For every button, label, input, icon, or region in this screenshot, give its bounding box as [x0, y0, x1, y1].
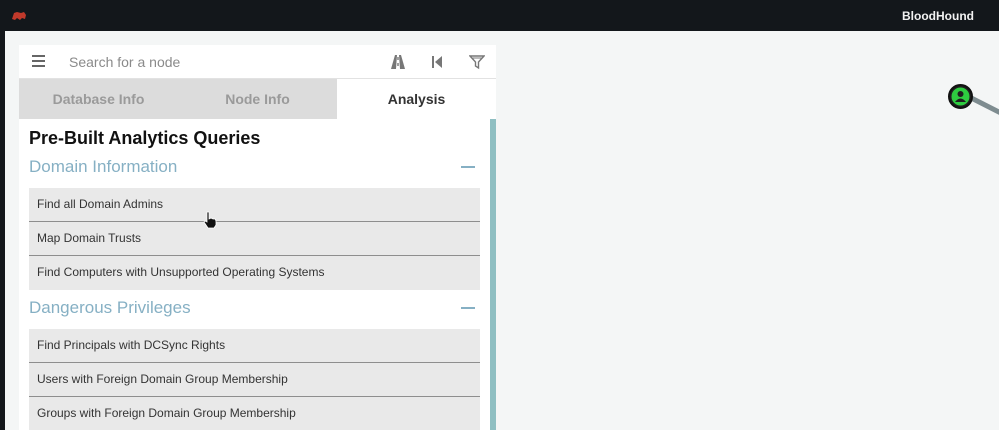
- page-title: Pre-Built Analytics Queries: [29, 128, 261, 148]
- collapse-icon[interactable]: [461, 166, 475, 168]
- app-title: BloodHound: [902, 9, 974, 23]
- analysis-content: Pre-Built Analytics Queries Domain Infor…: [19, 119, 496, 430]
- pathfinding-road-icon[interactable]: [390, 54, 406, 70]
- search-bar: [19, 45, 496, 79]
- query-item[interactable]: Map Domain Trusts: [29, 222, 480, 256]
- query-item[interactable]: Find Computers with Unsupported Operatin…: [29, 256, 480, 290]
- tab-bar: Database Info Node Info Analysis: [19, 79, 496, 119]
- user-node[interactable]: [948, 84, 973, 109]
- filter-icon[interactable]: [469, 54, 485, 70]
- bloodhound-logo-icon: [12, 12, 26, 20]
- hand-cursor-icon: [203, 211, 217, 229]
- query-item[interactable]: Find all Domain Admins: [29, 188, 480, 222]
- search-input[interactable]: [69, 51, 369, 73]
- back-icon[interactable]: [429, 54, 445, 70]
- title-bar: BloodHound: [0, 0, 999, 31]
- section-dangerous-privileges: Dangerous Privileges Find Principals wit…: [29, 294, 480, 430]
- query-item[interactable]: Users with Foreign Domain Group Membersh…: [29, 363, 480, 397]
- collapse-icon[interactable]: [461, 307, 475, 309]
- section-domain-information: Domain Information Find all Domain Admin…: [29, 153, 480, 290]
- section-title-label: Domain Information: [29, 157, 178, 176]
- section-title[interactable]: Domain Information: [29, 153, 480, 181]
- hamburger-menu-icon[interactable]: [32, 55, 45, 67]
- user-icon: [951, 87, 970, 106]
- tab-analysis[interactable]: Analysis: [337, 79, 496, 119]
- query-item[interactable]: Groups with Foreign Domain Group Members…: [29, 397, 480, 430]
- tab-database-info[interactable]: Database Info: [19, 79, 178, 119]
- tab-node-info[interactable]: Node Info: [178, 79, 337, 119]
- section-title[interactable]: Dangerous Privileges: [29, 294, 480, 322]
- side-panel: Database Info Node Info Analysis Pre-Bui…: [19, 45, 496, 430]
- section-title-label: Dangerous Privileges: [29, 298, 191, 317]
- scrollbar[interactable]: [490, 119, 496, 430]
- query-item[interactable]: Find Principals with DCSync Rights: [29, 329, 480, 363]
